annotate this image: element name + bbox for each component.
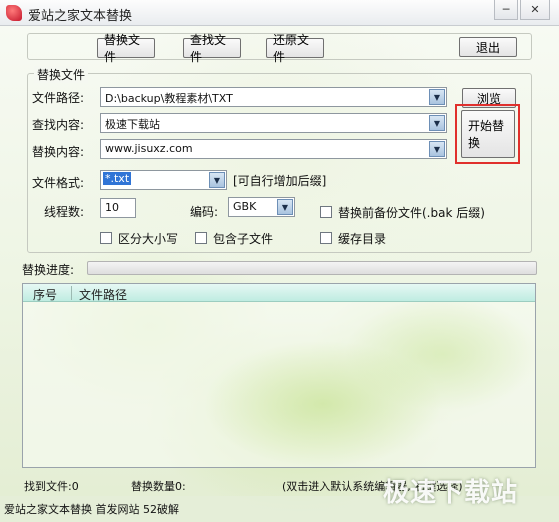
minimize-icon: ─ — [502, 3, 510, 16]
minimize-button[interactable]: ─ — [494, 0, 518, 20]
close-button[interactable]: ✕ — [520, 0, 550, 20]
backup-label: 替换前备份文件(.bak 后缀) — [338, 206, 485, 220]
column-divider — [71, 286, 72, 300]
threads-input[interactable]: 10 — [100, 198, 136, 218]
include-subfolders-checkbox[interactable] — [195, 232, 207, 244]
encoding-value: GBK — [233, 200, 257, 213]
case-sensitive-label: 区分大小写 — [118, 232, 179, 246]
cache-dir-checkbox[interactable] — [320, 232, 332, 244]
threads-label: 线程数: — [44, 205, 85, 219]
find-content-value: 极速下载站 — [105, 118, 160, 131]
progress-bar — [87, 261, 537, 275]
title-bar: 爱站之家文本替换 ─ ✕ — [0, 0, 559, 26]
app-icon — [6, 5, 22, 21]
footer-text: 爱站之家文本替换 首发网站 52破解 — [4, 503, 179, 516]
backup-checkbox[interactable] — [320, 206, 332, 218]
replace-content-combo[interactable]: www.jisuxz.com ▼ — [100, 139, 447, 159]
chevron-down-icon[interactable]: ▼ — [429, 115, 445, 131]
replace-content-label: 替换内容: — [32, 145, 85, 159]
encoding-label: 编码: — [190, 205, 219, 219]
cache-dir-label: 缓存目录 — [338, 232, 387, 246]
chevron-down-icon[interactable]: ▼ — [429, 89, 445, 105]
file-path-value: D:\backup\教程素材\TXT — [105, 92, 233, 105]
chevron-down-icon[interactable]: ▼ — [429, 141, 445, 157]
chevron-down-icon[interactable]: ▼ — [209, 172, 225, 188]
chevron-down-icon[interactable]: ▼ — [277, 199, 293, 215]
case-sensitive-checkbox[interactable] — [100, 232, 112, 244]
encoding-combo[interactable]: GBK ▼ — [228, 197, 295, 217]
file-format-value: *.txt — [103, 172, 132, 185]
replaced-count: 替换数量0: — [131, 480, 186, 493]
include-subfolders-label: 包含子文件 — [213, 232, 274, 246]
close-icon: ✕ — [530, 3, 540, 16]
start-replace-button[interactable]: 开始替换 — [461, 110, 515, 158]
file-format-label: 文件格式: — [32, 176, 85, 190]
replace-content-value: www.jisuxz.com — [105, 142, 193, 155]
window-title: 爱站之家文本替换 — [28, 9, 133, 24]
file-path-label: 文件路径: — [32, 91, 85, 105]
find-file-button[interactable]: 查找文件 — [183, 33, 241, 64]
column-path[interactable]: 文件路径 — [79, 286, 127, 303]
progress-label: 替换进度: — [22, 263, 75, 277]
column-index[interactable]: 序号 — [33, 286, 57, 303]
watermark: 极速下载站 — [383, 478, 519, 508]
format-hint: [可自行增加后缀] — [233, 174, 327, 188]
restore-file-button[interactable]: 还原文件 — [266, 33, 324, 64]
file-path-combo[interactable]: D:\backup\教程素材\TXT ▼ — [100, 87, 447, 107]
exit-button[interactable]: 退出 — [459, 37, 517, 57]
list-header: 序号 文件路径 — [23, 284, 535, 302]
find-content-combo[interactable]: 极速下载站 ▼ — [100, 113, 447, 133]
file-format-combo[interactable]: *.txt ▼ — [100, 170, 227, 190]
file-list[interactable]: 序号 文件路径 — [22, 283, 536, 468]
find-content-label: 查找内容: — [32, 118, 85, 132]
found-count: 找到文件:0 — [24, 480, 79, 493]
replace-file-button[interactable]: 替换文件 — [97, 33, 155, 64]
group-legend: 替换文件 — [34, 66, 89, 83]
